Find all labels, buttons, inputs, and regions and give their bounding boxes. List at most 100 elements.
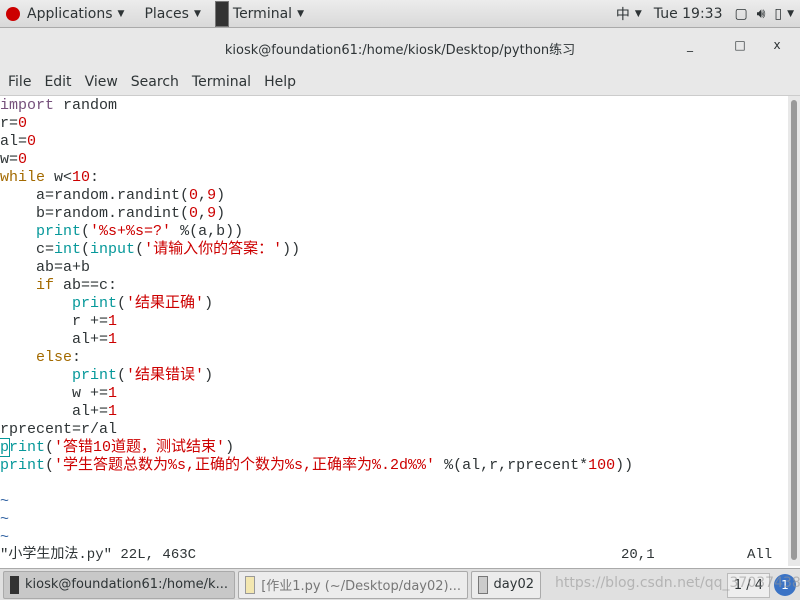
code-token: while xyxy=(0,169,46,186)
task-files[interactable]: day02 xyxy=(471,570,541,599)
menu-help[interactable]: Help xyxy=(258,74,303,90)
window-titlebar[interactable]: kiosk@foundation61:/home/kiosk/Desktop/p… xyxy=(0,28,800,68)
code-line: print('结果错误') xyxy=(0,367,788,385)
code-token: 9 xyxy=(207,187,217,204)
code-line: r=0 xyxy=(0,115,788,133)
volume-icon: 🔊︎ xyxy=(756,5,766,22)
text-cursor: p xyxy=(0,438,11,457)
code-token: ~ xyxy=(0,493,10,510)
code-token: 0 xyxy=(189,205,199,222)
code-token: 0 xyxy=(18,151,28,168)
code-token: a=random.randint( xyxy=(0,187,190,204)
minimize-button[interactable]: _ xyxy=(680,38,700,52)
menu-search[interactable]: Search xyxy=(125,74,186,90)
code-token: 9 xyxy=(207,205,217,222)
task-label: kiosk@foundation61:/home/k... xyxy=(25,577,228,592)
code-token: '结果错误' xyxy=(126,367,205,384)
input-method-menu[interactable]: 中 ▼ xyxy=(610,0,648,28)
task-label: day02 xyxy=(493,577,534,592)
code-line: ab=a+b xyxy=(0,259,788,277)
menu-file[interactable]: File xyxy=(2,74,38,90)
code-token: ( xyxy=(45,439,55,456)
applications-label: Applications xyxy=(27,5,113,22)
code-line: print('答错10道题，测试结束') xyxy=(0,438,788,457)
places-menu[interactable]: Places ▼ xyxy=(138,0,206,28)
code-token: if xyxy=(36,277,55,294)
code-token: ) xyxy=(204,295,214,312)
watermark: https://blog.csdn.net/qq_37037438 xyxy=(555,575,800,591)
code-line: print('%s+%s=?' %(a,b)) xyxy=(0,223,788,241)
code-token: '答错10道题，测试结束' xyxy=(54,439,226,456)
close-button[interactable]: x xyxy=(767,38,787,52)
code-line: r +=1 xyxy=(0,313,788,331)
code-token: : xyxy=(90,169,100,186)
status-cursor-position: 20,1 xyxy=(621,547,655,563)
code-line: ~ xyxy=(0,493,788,511)
input-method-label: 中 xyxy=(615,6,630,23)
code-token: ( xyxy=(81,223,91,240)
code-token: print xyxy=(36,223,82,240)
clock[interactable]: Tue 19:33 xyxy=(648,0,729,28)
menu-bar: File Edit View Search Terminal Help xyxy=(0,68,800,96)
code-token: 1 xyxy=(108,313,118,330)
scrollbar-thumb[interactable] xyxy=(791,100,797,560)
code-line: if ab==c: xyxy=(0,277,788,295)
code-line: al=0 xyxy=(0,133,788,151)
code-token: w< xyxy=(45,169,73,186)
code-token: 1 xyxy=(108,403,118,420)
code-token: )) xyxy=(282,241,301,258)
code-token: import xyxy=(0,97,55,114)
code-token: , xyxy=(198,205,208,222)
code-line: w=0 xyxy=(0,151,788,169)
terminal-app-menu[interactable]: Terminal ▼ xyxy=(209,0,310,28)
code-token: ab=a+b xyxy=(0,259,91,276)
code-token: al+= xyxy=(0,331,109,348)
code-token: ( xyxy=(45,457,55,474)
display-icon: ▢ xyxy=(734,5,748,22)
code-token: ab==c: xyxy=(54,277,118,294)
battery-icon: ▯ xyxy=(774,5,783,22)
code-line: ~ xyxy=(0,511,788,529)
scrollbar[interactable] xyxy=(788,96,800,566)
code-token: rint xyxy=(9,439,46,456)
menu-view[interactable]: View xyxy=(79,74,125,90)
code-token: 0 xyxy=(189,187,199,204)
system-menu[interactable]: ▢ 🔊︎ ▯ ▼ xyxy=(728,0,800,28)
code-line: while w<10: xyxy=(0,169,788,187)
code-token: al+= xyxy=(0,403,109,420)
code-line: al+=1 xyxy=(0,403,788,421)
terminal-icon xyxy=(214,0,229,27)
code-token: %(a,b)) xyxy=(171,223,244,240)
code-token: '请输入你的答案：' xyxy=(144,241,283,258)
window-title: kiosk@foundation61:/home/kiosk/Desktop/p… xyxy=(224,42,576,58)
code-token: %(al,r,rprecent* xyxy=(435,457,589,474)
code-token: )) xyxy=(615,457,634,474)
caret-down-icon: ▼ xyxy=(297,8,304,19)
code-token: r += xyxy=(0,313,109,330)
applications-menu[interactable]: Applications ▼ xyxy=(0,0,130,28)
menu-terminal[interactable]: Terminal xyxy=(186,74,258,90)
caret-down-icon: ▼ xyxy=(634,8,642,19)
code-token: '%s+%s=?' xyxy=(90,223,172,240)
code-token: 1 xyxy=(108,385,118,402)
menu-edit[interactable]: Edit xyxy=(38,74,78,90)
code-token: print xyxy=(72,367,118,384)
top-panel: Applications ▼ Places ▼ Terminal ▼ 中 ▼ Tue 1… xyxy=(0,0,800,28)
code-token: , xyxy=(198,187,208,204)
code-token: r= xyxy=(0,115,19,132)
places-label: Places xyxy=(144,5,189,22)
terminal-vim-buffer[interactable]: import random r=0 al=0 w=0 while w<10: a=ran… xyxy=(0,96,788,546)
maximize-button[interactable]: □ xyxy=(730,38,750,52)
task-terminal[interactable]: kiosk@foundation61:/home/k... xyxy=(3,570,235,599)
code-token: int xyxy=(54,241,82,258)
code-line: ~ xyxy=(0,529,788,547)
code-token: b=random.randint( xyxy=(0,205,190,222)
task-editor[interactable]: [作业1.py (~/Desktop/day02)... xyxy=(238,570,468,599)
code-line: else: xyxy=(0,349,788,367)
code-token: ~ xyxy=(0,511,10,528)
